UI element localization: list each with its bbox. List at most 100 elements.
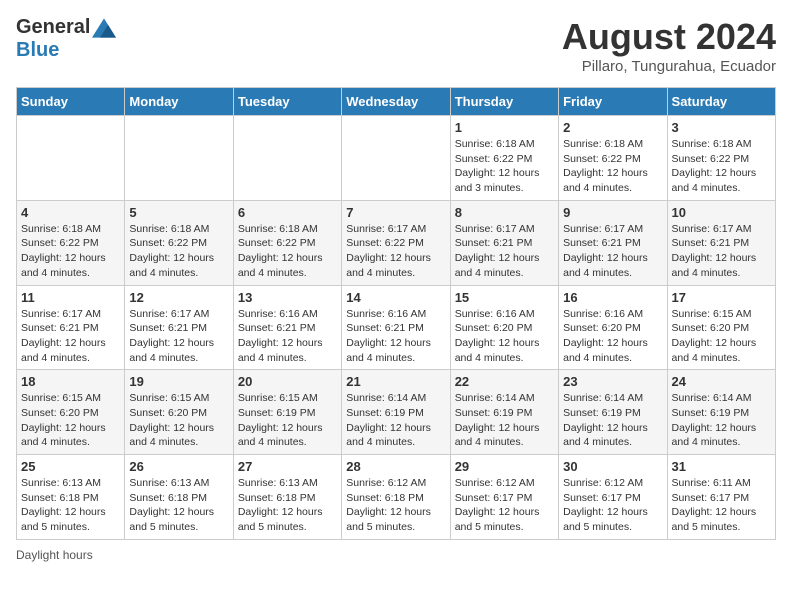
calendar-cell: 2Sunrise: 6:18 AM Sunset: 6:22 PM Daylig…	[559, 116, 667, 201]
day-number: 8	[455, 205, 554, 220]
day-info: Sunrise: 6:18 AM Sunset: 6:22 PM Dayligh…	[238, 222, 337, 281]
calendar-cell: 25Sunrise: 6:13 AM Sunset: 6:18 PM Dayli…	[17, 455, 125, 540]
day-info: Sunrise: 6:13 AM Sunset: 6:18 PM Dayligh…	[238, 476, 337, 535]
day-info: Sunrise: 6:15 AM Sunset: 6:19 PM Dayligh…	[238, 391, 337, 450]
day-number: 1	[455, 120, 554, 135]
day-info: Sunrise: 6:15 AM Sunset: 6:20 PM Dayligh…	[672, 307, 771, 366]
day-number: 10	[672, 205, 771, 220]
location-title: Pillaro, Tungurahua, Ecuador	[562, 58, 776, 75]
calendar-cell: 29 Sunrise: 6:12 AM Sunset: 6:17 PM Dayli…	[450, 455, 558, 540]
column-header-saturday: Saturday	[667, 88, 775, 116]
day-info: Sunrise: 6:16 AM Sunset: 6:20 PM Dayligh…	[563, 307, 662, 366]
day-number: 26	[129, 459, 228, 474]
day-number: 12	[129, 290, 228, 305]
calendar-week-row: 11 Sunrise: 6:17 AM Sunset: 6:21 PM Dayli…	[17, 285, 776, 370]
day-number: 3	[672, 120, 771, 135]
calendar-cell: 9 Sunrise: 6:17 AM Sunset: 6:21 PM Daylig…	[559, 200, 667, 285]
calendar-cell	[233, 116, 341, 201]
day-number: 22	[455, 374, 554, 389]
day-info: Sunrise: 6:16 AM Sunset: 6:21 PM Dayligh…	[346, 307, 445, 366]
column-header-tuesday: Tuesday	[233, 88, 341, 116]
day-info: Sunrise: 6:12 AM Sunset: 6:17 PM Dayligh…	[563, 476, 662, 535]
calendar-cell: 19 Sunrise: 6:15 AM Sunset: 6:20 PM Dayli…	[125, 370, 233, 455]
calendar-cell: 11Sunrise: 6:17 AM Sunset: 6:21 PM Dayli…	[17, 285, 125, 370]
calendar-week-row: 1 Sunrise: 6:18 AM Sunset: 6:22 PM Daylig…	[17, 116, 776, 201]
day-info: Sunrise: 6:13 AM Sunset: 6:18 PM Dayligh…	[129, 476, 228, 535]
calendar-cell: 4Sunrise: 6:18 AM Sunset: 6:22 PM Daylig…	[17, 200, 125, 285]
calendar-cell: 17Sunrise: 6:15 AM Sunset: 6:20 PM Dayli…	[667, 285, 775, 370]
calendar-cell: 3Sunrise: 6:18 AM Sunset: 6:22 PM Daylig…	[667, 116, 775, 201]
day-number: 6	[238, 205, 337, 220]
calendar-cell	[342, 116, 450, 201]
day-number: 18	[21, 374, 120, 389]
daylight-hours-label: Daylight hours	[16, 548, 93, 562]
day-number: 29	[455, 459, 554, 474]
day-number: 24	[672, 374, 771, 389]
day-number: 21	[346, 374, 445, 389]
calendar-cell: 23Sunrise: 6:14 AM Sunset: 6:19 PM Dayli…	[559, 370, 667, 455]
day-number: 30	[563, 459, 662, 474]
day-info: Sunrise: 6:15 AM Sunset: 6:20 PM Dayligh…	[21, 391, 120, 450]
calendar-cell: 28 Sunrise: 6:12 AM Sunset: 6:18 PM Dayli…	[342, 455, 450, 540]
day-info: Sunrise: 6:17 AM Sunset: 6:21 PM Dayligh…	[672, 222, 771, 281]
day-number: 25	[21, 459, 120, 474]
day-number: 7	[346, 205, 445, 220]
day-number: 11	[21, 290, 120, 305]
header-area: General Blue August 2024 Pillaro, Tungur…	[16, 16, 776, 75]
day-info: Sunrise: 6:12 AM Sunset: 6:17 PM Dayligh…	[455, 476, 554, 535]
calendar-cell: 16 Sunrise: 6:16 AM Sunset: 6:20 PM Dayli…	[559, 285, 667, 370]
column-header-sunday: Sunday	[17, 88, 125, 116]
calendar-cell	[17, 116, 125, 201]
calendar-cell: 21 Sunrise: 6:14 AM Sunset: 6:19 PM Dayli…	[342, 370, 450, 455]
day-number: 31	[672, 459, 771, 474]
day-info: Sunrise: 6:17 AM Sunset: 6:21 PM Dayligh…	[455, 222, 554, 281]
day-info: Sunrise: 6:17 AM Sunset: 6:21 PM Dayligh…	[563, 222, 662, 281]
calendar-cell: 31 Sunrise: 6:11 AM Sunset: 6:17 PM Dayli…	[667, 455, 775, 540]
day-info: Sunrise: 6:17 AM Sunset: 6:21 PM Dayligh…	[129, 307, 228, 366]
day-info: Sunrise: 6:14 AM Sunset: 6:19 PM Dayligh…	[672, 391, 771, 450]
day-number: 16	[563, 290, 662, 305]
day-info: Sunrise: 6:16 AM Sunset: 6:20 PM Dayligh…	[455, 307, 554, 366]
day-number: 28	[346, 459, 445, 474]
calendar-cell: 10 Sunrise: 6:17 AM Sunset: 6:21 PM Dayli…	[667, 200, 775, 285]
calendar-week-row: 4Sunrise: 6:18 AM Sunset: 6:22 PM Daylig…	[17, 200, 776, 285]
calendar-cell: 15 Sunrise: 6:16 AM Sunset: 6:20 PM Dayli…	[450, 285, 558, 370]
day-number: 19	[129, 374, 228, 389]
day-number: 15	[455, 290, 554, 305]
day-number: 9	[563, 205, 662, 220]
day-info: Sunrise: 6:11 AM Sunset: 6:17 PM Dayligh…	[672, 476, 771, 535]
day-info: Sunrise: 6:18 AM Sunset: 6:22 PM Dayligh…	[129, 222, 228, 281]
calendar-cell: 18 Sunrise: 6:15 AM Sunset: 6:20 PM Dayli…	[17, 370, 125, 455]
calendar-week-row: 25 Sunrise: 6:13 AM Sunset: 6:18 PM Dayli…	[17, 455, 776, 540]
day-number: 2	[563, 120, 662, 135]
day-number: 5	[129, 205, 228, 220]
day-info: Sunrise: 6:18 AM Sunset: 6:22 PM Dayligh…	[455, 137, 554, 196]
footer-note: Daylight hours	[16, 548, 776, 562]
calendar-cell: 8 Sunrise: 6:17 AM Sunset: 6:21 PM Daylig…	[450, 200, 558, 285]
title-area: August 2024 Pillaro, Tungurahua, Ecuador	[562, 16, 776, 75]
day-number: 14	[346, 290, 445, 305]
day-info: Sunrise: 6:14 AM Sunset: 6:19 PM Dayligh…	[346, 391, 445, 450]
calendar-cell: 6 Sunrise: 6:18 AM Sunset: 6:22 PM Daylig…	[233, 200, 341, 285]
column-header-wednesday: Wednesday	[342, 88, 450, 116]
calendar-cell: 14 Sunrise: 6:16 AM Sunset: 6:21 PM Dayli…	[342, 285, 450, 370]
day-number: 27	[238, 459, 337, 474]
calendar-cell: 1 Sunrise: 6:18 AM Sunset: 6:22 PM Daylig…	[450, 116, 558, 201]
calendar-header-row: SundayMondayTuesdayWednesdayThursdayFrid…	[17, 88, 776, 116]
calendar-cell: 24 Sunrise: 6:14 AM Sunset: 6:19 PM Dayli…	[667, 370, 775, 455]
day-number: 20	[238, 374, 337, 389]
day-info: Sunrise: 6:16 AM Sunset: 6:21 PM Dayligh…	[238, 307, 337, 366]
calendar-cell: 27 Sunrise: 6:13 AM Sunset: 6:18 PM Dayli…	[233, 455, 341, 540]
calendar-cell: 7Sunrise: 6:17 AM Sunset: 6:22 PM Daylig…	[342, 200, 450, 285]
calendar-week-row: 18 Sunrise: 6:15 AM Sunset: 6:20 PM Dayli…	[17, 370, 776, 455]
day-info: Sunrise: 6:14 AM Sunset: 6:19 PM Dayligh…	[563, 391, 662, 450]
column-header-thursday: Thursday	[450, 88, 558, 116]
logo-general-text: General	[16, 16, 90, 39]
calendar-cell: 12 Sunrise: 6:17 AM Sunset: 6:21 PM Dayli…	[125, 285, 233, 370]
logo: General Blue	[16, 16, 116, 62]
day-info: Sunrise: 6:12 AM Sunset: 6:18 PM Dayligh…	[346, 476, 445, 535]
day-info: Sunrise: 6:15 AM Sunset: 6:20 PM Dayligh…	[129, 391, 228, 450]
calendar-cell: 30 Sunrise: 6:12 AM Sunset: 6:17 PM Dayli…	[559, 455, 667, 540]
column-header-friday: Friday	[559, 88, 667, 116]
calendar-table: SundayMondayTuesdayWednesdayThursdayFrid…	[16, 87, 776, 540]
